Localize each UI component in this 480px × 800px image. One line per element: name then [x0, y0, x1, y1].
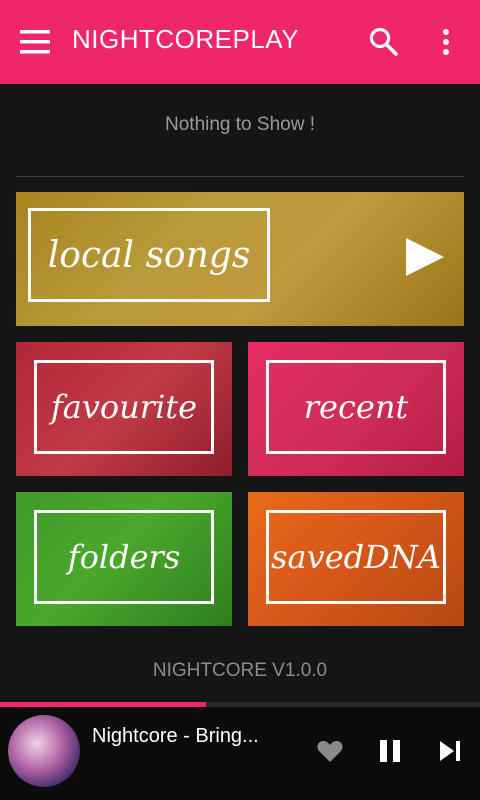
favourite-label: favourite	[34, 360, 214, 454]
pause-icon[interactable]	[376, 737, 404, 765]
recent-tile[interactable]: recent	[248, 342, 464, 476]
folders-label: folders	[34, 510, 214, 604]
mini-player[interactable]: Nightcore - Bring...	[0, 707, 480, 800]
favourite-tile[interactable]: favourite	[16, 342, 232, 476]
divider	[16, 176, 464, 177]
track-title[interactable]: Nightcore - Bring...	[92, 725, 292, 748]
saved-dna-tile[interactable]: savedDNA	[248, 492, 464, 626]
local-songs-tile[interactable]: local songs	[16, 192, 464, 326]
heart-icon[interactable]	[316, 737, 344, 765]
empty-message: Nothing to Show !	[165, 114, 315, 135]
album-art[interactable]	[8, 715, 80, 787]
recent-label: recent	[266, 360, 446, 454]
folders-tile[interactable]: folders	[16, 492, 232, 626]
more-vert-icon[interactable]	[434, 26, 458, 58]
version-label: NIGHTCORE V1.0.0	[152, 660, 328, 681]
app-title: NIGHTCOREPLAY	[72, 24, 300, 54]
skip-next-icon[interactable]	[436, 737, 464, 765]
hamburger-menu-icon[interactable]	[20, 28, 52, 56]
saved-dna-label: savedDNA	[266, 510, 446, 604]
app-bar: NIGHTCOREPLAY	[0, 0, 480, 84]
play-icon	[406, 238, 444, 276]
search-icon[interactable]	[368, 26, 400, 58]
local-songs-label: local songs	[28, 208, 270, 302]
